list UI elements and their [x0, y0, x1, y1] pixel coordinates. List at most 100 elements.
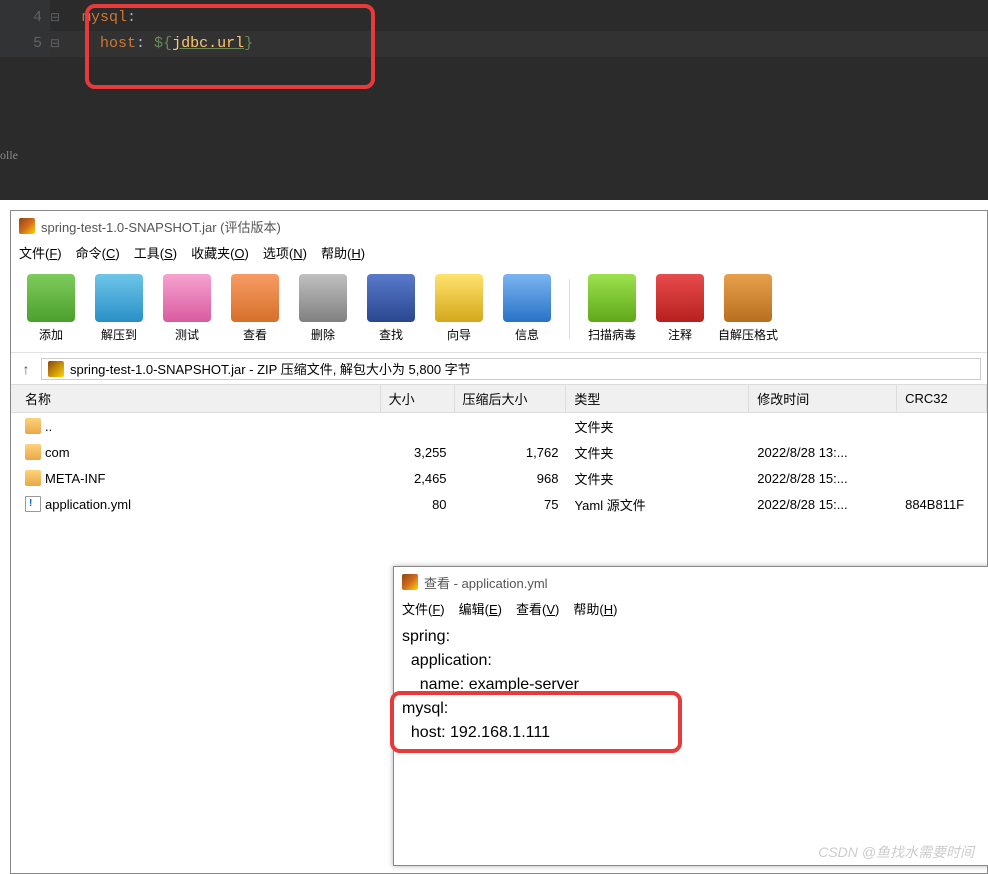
cell-crc: 884B811F — [897, 497, 987, 512]
tool-icon — [367, 274, 415, 322]
tool-icon — [435, 274, 483, 322]
folder-icon — [25, 444, 41, 460]
title-bar[interactable]: spring-test-1.0-SNAPSHOT.jar (评估版本) — [11, 211, 987, 241]
tool-注释[interactable]: 注释 — [648, 272, 712, 345]
cell-modified: 2022/8/28 15:... — [749, 471, 897, 486]
watermark: CSDN @鱼找水需要时间 — [818, 842, 974, 862]
menu-item[interactable]: 编辑(E) — [459, 599, 502, 619]
menu-item[interactable]: 文件(F) — [402, 599, 445, 619]
tool-label: 解压到 — [89, 326, 149, 343]
tool-向导[interactable]: 向导 — [427, 272, 491, 345]
viewer-content[interactable]: spring: application: name: example-serve… — [394, 621, 988, 749]
cell-modified: 2022/8/28 15:... — [749, 497, 897, 512]
app-icon — [402, 574, 418, 590]
tool-icon — [231, 274, 279, 322]
cell-packed: 1,762 — [455, 445, 567, 460]
col-packed[interactable]: 压缩后大小 — [455, 385, 567, 412]
cell-type: 文件夹 — [566, 469, 749, 488]
highlight-box — [390, 691, 682, 753]
menu-item[interactable]: 工具(S) — [134, 243, 177, 263]
tool-label: 注释 — [650, 326, 710, 343]
cell-size: 80 — [381, 497, 455, 512]
tool-测试[interactable]: 测试 — [155, 272, 219, 345]
cell-modified: 2022/8/28 13:... — [749, 445, 897, 460]
table-row[interactable]: com3,2551,762文件夹2022/8/28 13:... — [11, 439, 987, 465]
file-list: ..文件夹com3,2551,762文件夹2022/8/28 13:...MET… — [11, 413, 987, 517]
fold-icon[interactable]: ⊟ — [50, 31, 60, 57]
table-row[interactable]: META-INF2,465968文件夹2022/8/28 15:... — [11, 465, 987, 491]
sidebar-fragment: olle — [0, 148, 18, 163]
tool-label: 删除 — [293, 326, 353, 343]
cell-size: 3,255 — [381, 445, 455, 460]
viewer-title-bar[interactable]: 查看 - application.yml — [394, 567, 988, 597]
winrar-window: spring-test-1.0-SNAPSHOT.jar (评估版本) 文件(F… — [10, 210, 988, 874]
tool-icon — [588, 274, 636, 322]
menu-item[interactable]: 命令(C) — [76, 243, 120, 263]
col-crc[interactable]: CRC32 — [897, 385, 987, 412]
cell-name: META-INF — [17, 470, 381, 486]
table-row[interactable]: .. 文件夹 — [11, 413, 987, 439]
menu-item[interactable]: 选项(N) — [263, 243, 307, 263]
tool-label: 测试 — [157, 326, 217, 343]
tool-解压到[interactable]: 解压到 — [87, 272, 151, 345]
tool-label: 向导 — [429, 326, 489, 343]
separator — [569, 279, 570, 339]
menu-item[interactable]: 帮助(H) — [573, 599, 617, 619]
up-icon[interactable]: ↑ — [17, 360, 35, 378]
tool-label: 查看 — [225, 326, 285, 343]
tool-查看[interactable]: 查看 — [223, 272, 287, 345]
fold-icon[interactable]: ⊟ — [50, 5, 60, 31]
col-type[interactable]: 类型 — [566, 385, 749, 412]
tool-icon — [656, 274, 704, 322]
text-line: spring: — [402, 625, 980, 649]
tool-icon — [724, 274, 772, 322]
cell-name: .. — [17, 418, 381, 434]
tool-icon — [503, 274, 551, 322]
window-title: spring-test-1.0-SNAPSHOT.jar (评估版本) — [41, 217, 281, 236]
cell-type: 文件夹 — [566, 443, 749, 462]
menu-item[interactable]: 文件(F) — [19, 243, 62, 263]
line-number: 5 — [0, 31, 42, 57]
tool-label: 查找 — [361, 326, 421, 343]
path-text: spring-test-1.0-SNAPSHOT.jar - ZIP 压缩文件,… — [70, 359, 471, 378]
tool-icon — [163, 274, 211, 322]
col-size[interactable]: 大小 — [381, 385, 455, 412]
path-bar: ↑ spring-test-1.0-SNAPSHOT.jar - ZIP 压缩文… — [11, 353, 987, 385]
col-modified[interactable]: 修改时间 — [749, 385, 897, 412]
cell-type: 文件夹 — [566, 417, 749, 436]
table-row[interactable]: application.yml8075Yaml 源文件2022/8/28 15:… — [11, 491, 987, 517]
cell-type: Yaml 源文件 — [566, 495, 749, 514]
line-gutter: 4 5 — [0, 0, 50, 57]
col-name[interactable]: 名称 — [17, 385, 381, 412]
path-field[interactable]: spring-test-1.0-SNAPSHOT.jar - ZIP 压缩文件,… — [41, 358, 981, 380]
tool-查找[interactable]: 查找 — [359, 272, 423, 345]
tool-label: 扫描病毒 — [582, 326, 642, 343]
tool-label: 添加 — [21, 326, 81, 343]
menu-item[interactable]: 帮助(H) — [321, 243, 365, 263]
cell-packed: 968 — [455, 471, 567, 486]
tool-icon — [299, 274, 347, 322]
folder-icon — [25, 418, 41, 434]
tool-icon — [95, 274, 143, 322]
tool-label: 自解压格式 — [718, 326, 778, 343]
cell-packed: 75 — [455, 497, 567, 512]
line-number: 4 — [0, 5, 42, 31]
archive-icon — [48, 361, 64, 377]
viewer-title: 查看 - application.yml — [424, 573, 548, 592]
menu-item[interactable]: 查看(V) — [516, 599, 559, 619]
tool-label: 信息 — [497, 326, 557, 343]
tool-添加[interactable]: 添加 — [19, 272, 83, 345]
viewer-window: 查看 - application.yml 文件(F) 编辑(E) 查看(V) 帮助(H… — [393, 566, 988, 866]
cell-name: application.yml — [17, 496, 381, 512]
tool-信息[interactable]: 信息 — [495, 272, 559, 345]
list-header: 名称 大小 压缩后大小 类型 修改时间 CRC32 — [11, 385, 987, 413]
cell-name: com — [17, 444, 381, 460]
viewer-menu-bar: 文件(F) 编辑(E) 查看(V) 帮助(H) — [394, 597, 988, 621]
menu-item[interactable]: 收藏夹(O) — [191, 243, 249, 263]
tool-扫描病毒[interactable]: 扫描病毒 — [580, 272, 644, 345]
tool-删除[interactable]: 删除 — [291, 272, 355, 345]
toolbar: 添加解压到测试查看删除查找向导信息 扫描病毒注释自解压格式 — [11, 265, 987, 353]
menu-bar: 文件(F) 命令(C) 工具(S) 收藏夹(O) 选项(N) 帮助(H) — [11, 241, 987, 265]
app-icon — [19, 218, 35, 234]
tool-自解压格式[interactable]: 自解压格式 — [716, 272, 780, 345]
